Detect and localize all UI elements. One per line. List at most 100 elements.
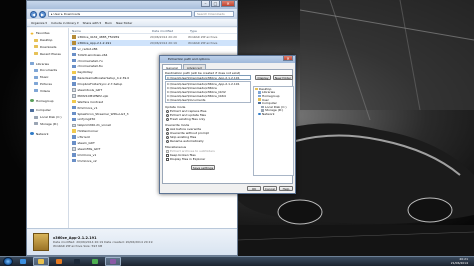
drive-icon [261,105,264,109]
nav-item[interactable]: Storage (D:) [27,121,68,128]
details-type-size: WinRAR ZIP archive Size: 593 KB [53,244,103,248]
nav-item[interactable]: Favorites [27,30,68,37]
save-settings-button[interactable]: Save settings [191,165,215,170]
close-button[interactable]: ✕ [221,1,235,7]
dialog-footer: OK Cancel Help [247,186,293,191]
maximize-button[interactable]: □ [211,1,220,7]
address-bar[interactable]: ▸ User ▸ Downloads [48,11,192,17]
explorer-titlebar[interactable]: – □ ✕ [27,1,237,9]
taskbar-apps [13,257,121,266]
exe-icon [72,105,76,110]
file-name: chromeinstall-8u [77,64,103,69]
ok-button[interactable]: OK [247,186,261,191]
file-icon [72,88,76,92]
nav-item[interactable]: Homegroup [27,97,68,104]
taskbar-app-button[interactable] [105,257,121,266]
folder-tree[interactable]: Desktop Libraries Homegroup User Computer Loc… [253,86,294,176]
back-icon[interactable]: ◀ [30,10,37,18]
search-input[interactable]: Search Downloads [194,11,234,17]
nav-item[interactable]: Local Disk (C:) [27,114,68,121]
taskbar-app-button[interactable] [15,257,31,266]
new-folder-dialog-button[interactable]: New folder [273,75,293,80]
nav-item[interactable]: Desktop [27,37,68,44]
column-name[interactable]: Name [70,29,150,33]
destination-path-input[interactable]: C:\Users\User\Downloads\x360ce_App-2.1.2… [165,75,251,80]
explorer-icon [38,259,44,264]
dialog-close-button[interactable]: ✕ [283,56,293,61]
file-name: Warfare Contrast [77,99,104,104]
nav-item-label: Network [36,131,49,136]
cancel-button[interactable]: Cancel [263,186,277,191]
net-icon [258,112,261,116]
folder-icon [34,45,38,49]
nav-item-label: Pictures [40,81,52,86]
nav-item-label: Desktop [40,38,53,43]
library-icon [30,62,34,66]
clock-date: 21/06/2014 [450,260,468,265]
nav-item-label: Videos [40,88,50,93]
nav-item-label: Recent Places [40,51,61,56]
taskbar-app-button[interactable] [33,257,49,266]
folder-icon [72,70,76,75]
nav-item-label: Storage (D:) [40,121,59,126]
include-library-button[interactable]: Include in library ▾ [51,21,79,25]
exe-icon [72,82,76,86]
start-button[interactable] [3,257,13,266]
winrar-icon [110,259,116,264]
file-icon [72,147,76,151]
taskbar-app-button[interactable] [51,257,67,266]
navigation-pane: Favorites Desktop Downloads Recent Places Li… [27,28,69,230]
exe-icon [72,58,76,63]
new-folder-button[interactable]: New folder [116,21,132,25]
lib-icon [258,91,261,94]
taskbar-app-button[interactable] [69,257,85,266]
library-icon [34,75,38,79]
column-date[interactable]: Date modified [150,29,188,33]
nav-item[interactable]: Computer [27,107,68,114]
address-bar-row: ◀ ▶ ▸ User ▸ Downloads Search Downloads [27,9,237,19]
column-type[interactable]: Type [188,29,218,33]
file-name: steamtools_GDT [77,87,103,92]
file-name: KeyOnKey [77,70,93,75]
overwrite-mode-option[interactable]: Rename automatically [166,139,204,143]
tree-item[interactable]: Network [254,112,293,116]
exe-icon [72,158,76,163]
destination-history-list[interactable]: C:\Users\User\Downloads\x360ce_App-2.1.2… [165,81,251,103]
nav-item[interactable]: Downloads [27,44,68,51]
display-button[interactable]: Display [255,75,271,80]
details-pane: x360ce_App-2.1.2.191 Date modified: 20/0… [27,228,237,255]
nav-item[interactable]: Documents [27,67,68,74]
nav-item[interactable]: Libraries [27,60,68,67]
forward-icon[interactable]: ▶ [39,10,46,18]
dialog-titlebar[interactable]: Extraction path and options ✕ [160,56,295,63]
star-icon [30,31,34,35]
burn-button[interactable]: Burn [105,21,112,25]
help-button[interactable]: Help [279,186,293,191]
update-mode-option[interactable]: Fresh existing files only [166,117,205,121]
library-icon [34,68,38,72]
file-icon [72,123,76,128]
file-name: tmmCore_v2 [77,158,97,163]
nav-item[interactable]: Recent Places [27,50,68,57]
nav-item[interactable]: Pictures [27,81,68,88]
organize-button[interactable]: Organize ▾ [31,21,47,25]
history-item[interactable]: C:\Users\User\Documents [166,98,250,102]
file-icon [72,94,76,98]
nav-item[interactable]: Videos [27,87,68,94]
minimize-button[interactable]: – [201,1,210,7]
nav-item[interactable]: Music [27,74,68,81]
lib-icon [258,94,261,98]
file-name: tabprimit60.21_vinnet [77,123,111,128]
steam-icon [74,259,80,264]
share-with-button[interactable]: Share with ▾ [83,21,101,25]
nav-item-label: Computer [36,108,51,113]
misc-option[interactable]: Display files in Explorer [166,157,205,161]
nav-item[interactable]: Network [27,130,68,137]
extraction-dialog: Extraction path and options ✕ General Ad… [159,55,296,194]
file-name: steam_GDT [77,140,95,145]
zip-icon [72,41,76,45]
system-tray-clock[interactable]: 20:21 21/06/2014 [450,257,468,265]
nav-item-label: Local Disk (C:) [40,115,62,120]
file-name: chromeinstall-7u [77,58,103,63]
taskbar-app-button[interactable] [87,257,103,266]
